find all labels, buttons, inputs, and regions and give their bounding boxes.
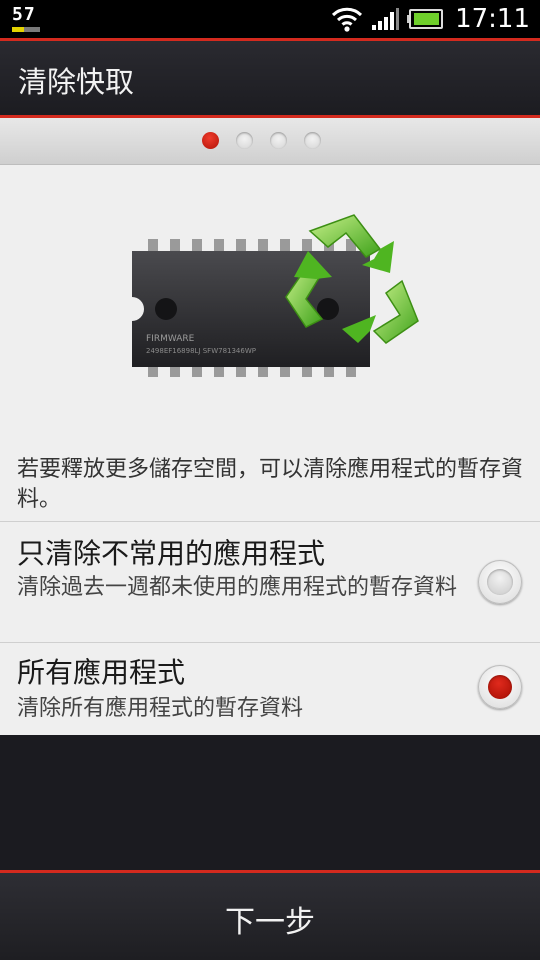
page-dot-1: [202, 132, 219, 149]
option-unused-apps[interactable]: 只清除不常用的應用程式 清除過去一週都未使用的應用程式的暫存資料: [0, 522, 540, 642]
clock: 17:11: [455, 4, 530, 34]
status-icons: 17:11: [323, 0, 530, 38]
chip-label: FIRMWARE: [146, 334, 195, 344]
wifi-icon: [331, 6, 363, 32]
chip-code: 2498EF16898LJ SFW781346WP: [146, 347, 256, 355]
status-badge-number: 57: [12, 4, 36, 25]
status-badge-bar: [12, 27, 40, 32]
content-panel: FIRMWARE 2498EF16898LJ SFW781346WP 若要釋放更…: [0, 165, 540, 735]
option-title: 只清除不常用的應用程式: [17, 537, 326, 570]
page-dot-2: [236, 132, 253, 149]
option-all-apps[interactable]: 所有應用程式 清除所有應用程式的暫存資料: [0, 643, 540, 735]
firmware-chip-illustration: FIRMWARE 2498EF16898LJ SFW781346WP: [118, 211, 428, 395]
battery-icon: [407, 9, 444, 29]
page-indicator: [0, 118, 540, 165]
next-button[interactable]: 下一步: [0, 873, 540, 960]
status-bar: 57 17:11: [0, 0, 540, 38]
radio-unused-apps[interactable]: [478, 560, 522, 604]
description-text: 若要釋放更多儲存空間，可以清除應用程式的暫存資料。: [17, 457, 524, 512]
page-dot-3: [270, 132, 287, 149]
page-dot-4: [304, 132, 321, 149]
option-subtitle: 清除所有應用程式的暫存資料: [17, 696, 304, 721]
signal-icon: [371, 7, 400, 31]
option-title: 所有應用程式: [17, 656, 186, 689]
option-subtitle: 清除過去一週都未使用的應用程式的暫存資料: [17, 575, 458, 600]
page-title: 清除快取: [18, 65, 135, 99]
status-badge: 57: [12, 4, 40, 32]
next-button-label: 下一步: [225, 905, 315, 940]
radio-all-apps[interactable]: [478, 665, 522, 709]
title-bar: 清除快取: [0, 41, 540, 115]
